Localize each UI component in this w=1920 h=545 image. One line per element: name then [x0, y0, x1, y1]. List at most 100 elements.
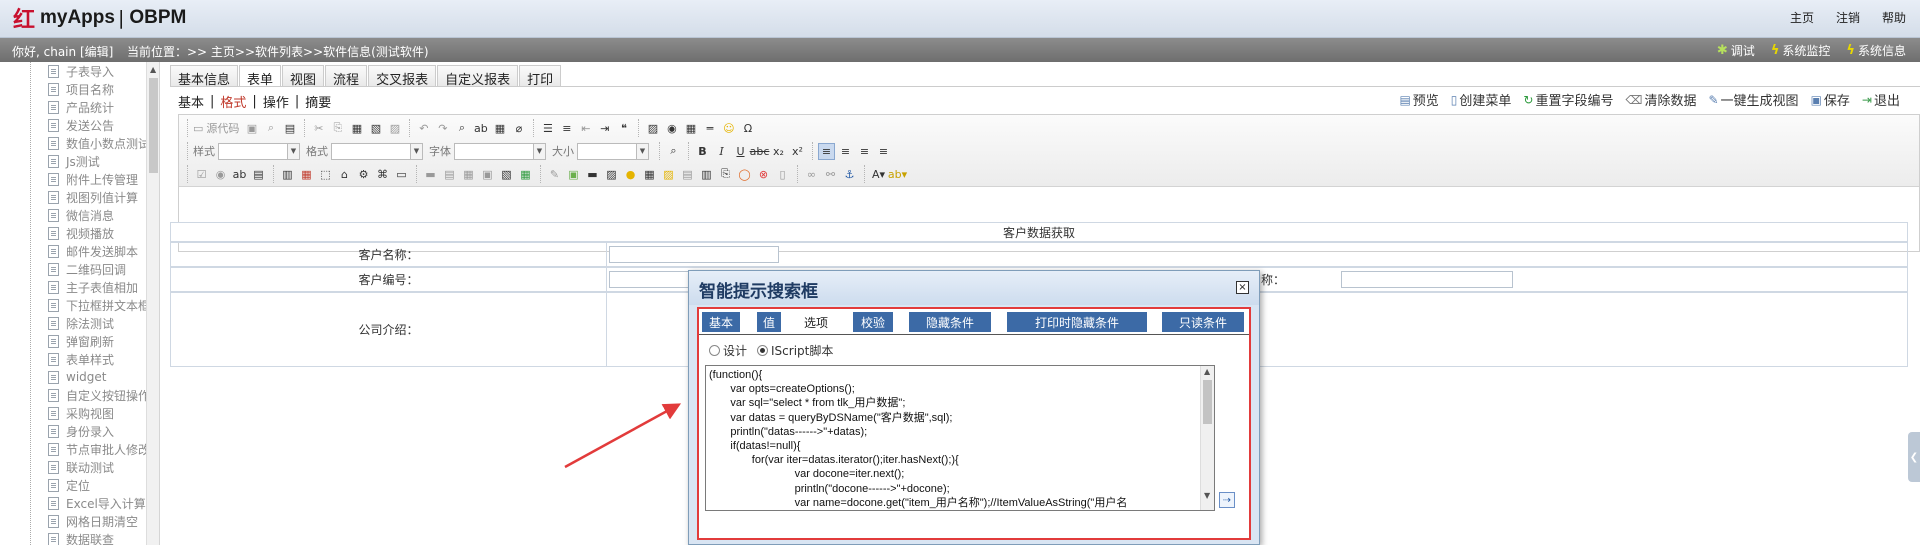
- scroll-thumb[interactable]: [1203, 380, 1212, 424]
- sidebar-item[interactable]: 微信消息: [30, 206, 148, 224]
- tab-view[interactable]: 视图: [282, 65, 325, 88]
- sidebar-item[interactable]: 产品统计: [30, 98, 148, 116]
- scroll-up-icon[interactable]: ▲: [150, 65, 156, 74]
- subtab-format[interactable]: 格式: [220, 92, 246, 111]
- upload-widget-icon[interactable]: ▤: [679, 166, 696, 183]
- text-color-icon[interactable]: A▾: [870, 166, 887, 183]
- redo-icon[interactable]: ↷: [434, 120, 451, 137]
- style-combo-box[interactable]: [218, 142, 288, 160]
- textarea-widget-icon[interactable]: ▤: [250, 166, 267, 183]
- dialog-tab-print-hide-condition[interactable]: 打印时隐藏条件: [1007, 312, 1147, 332]
- sidebar-item[interactable]: 视频播放: [30, 224, 148, 242]
- sidebar-item[interactable]: 网格日期清空: [30, 512, 148, 530]
- pencil-widget-icon[interactable]: ✎: [546, 166, 563, 183]
- size-combo-box[interactable]: [577, 142, 637, 160]
- smiley-icon[interactable]: ☺: [720, 120, 737, 137]
- template-icon[interactable]: ▤: [281, 120, 298, 137]
- hr-icon[interactable]: ═: [701, 120, 718, 137]
- chevron-down-icon[interactable]: ▼: [288, 142, 300, 160]
- report-widget-icon[interactable]: ▨: [660, 166, 677, 183]
- script-scrollbar[interactable]: ▲ ▼: [1200, 366, 1214, 510]
- align-justify-icon[interactable]: ≡: [875, 143, 892, 160]
- blockquote-icon[interactable]: ❝: [615, 120, 632, 137]
- create-menu-button[interactable]: ▯ 创建菜单: [1451, 90, 1512, 110]
- calendar-widget-icon[interactable]: ▦: [298, 166, 315, 183]
- table-icon[interactable]: ▦: [682, 120, 699, 137]
- chevron-down-icon[interactable]: ▼: [411, 142, 423, 160]
- format-combo[interactable]: 格式 ▼: [306, 142, 423, 160]
- scroll-up-icon[interactable]: ▲: [1204, 367, 1210, 376]
- font-combo[interactable]: 字体 ▼: [429, 142, 546, 160]
- page-widget-icon[interactable]: ▯: [774, 166, 791, 183]
- sidebar-item[interactable]: 节点审批人修改: [30, 440, 148, 458]
- bank-widget-icon[interactable]: ⌂: [336, 166, 353, 183]
- exit-button[interactable]: ⇥ 退出: [1862, 90, 1900, 110]
- sidebar-item[interactable]: 邮件发送脚本: [30, 242, 148, 260]
- sidebar-item[interactable]: 附件上传管理: [30, 170, 148, 188]
- indent-icon[interactable]: ⇥: [596, 120, 613, 137]
- photo-widget-icon[interactable]: ▨: [603, 166, 620, 183]
- user-greeting[interactable]: 你好, chain [编辑]: [12, 43, 113, 60]
- textfield-widget-icon[interactable]: ab: [231, 166, 248, 183]
- italic-icon[interactable]: I: [713, 143, 730, 160]
- sidebar-item[interactable]: 表单样式: [30, 350, 148, 368]
- camera-widget-icon[interactable]: ▬: [584, 166, 601, 183]
- design-radio[interactable]: 设计: [709, 342, 747, 359]
- grid-widget-icon[interactable]: ▦: [517, 166, 534, 183]
- gear-widget-icon[interactable]: ⚙: [355, 166, 372, 183]
- font-combo-box[interactable]: [454, 142, 534, 160]
- maximize-icon[interactable]: ⌕: [665, 143, 682, 160]
- sidebar-item[interactable]: 数据联查: [30, 530, 148, 545]
- sidebar-item[interactable]: 自定义按钮操作: [30, 386, 148, 404]
- cancel-widget-icon[interactable]: ⊗: [755, 166, 772, 183]
- collapse-panel-icon[interactable]: ❮: [1908, 432, 1920, 482]
- tab-custom-report[interactable]: 自定义报表: [437, 65, 519, 88]
- subtab-operation[interactable]: 操作: [263, 92, 289, 111]
- paste-icon[interactable]: ▦: [348, 120, 365, 137]
- tab-flow[interactable]: 流程: [325, 65, 368, 88]
- customer-name-input[interactable]: [609, 246, 779, 263]
- sidebar-item[interactable]: 子表导入: [30, 62, 148, 80]
- special-char-icon[interactable]: Ω: [739, 120, 756, 137]
- sidebar-item[interactable]: 除法测试: [30, 314, 148, 332]
- tab-widget-icon[interactable]: ▧: [498, 166, 515, 183]
- subscript-icon[interactable]: x₂: [770, 143, 787, 160]
- help-link[interactable]: 帮助: [1882, 9, 1906, 26]
- clear-data-button[interactable]: ⌫ 清除数据: [1626, 90, 1697, 110]
- map-widget-icon[interactable]: ▣: [565, 166, 582, 183]
- subform-widget-icon[interactable]: ▤: [441, 166, 458, 183]
- select-all-icon[interactable]: ▦: [491, 120, 508, 137]
- sidebar-item[interactable]: 下拉框拼文本框: [30, 296, 148, 314]
- include-widget-icon[interactable]: ▣: [479, 166, 496, 183]
- chevron-down-icon[interactable]: ▼: [534, 142, 546, 160]
- dialog-tab-options[interactable]: 选项: [796, 312, 836, 332]
- home-link[interactable]: 主页: [1790, 9, 1814, 26]
- logout-link[interactable]: 注销: [1836, 9, 1860, 26]
- script-editor[interactable]: (function(){ var opts=createOptions(); v…: [705, 365, 1215, 511]
- numbered-list-icon[interactable]: ☰: [539, 120, 556, 137]
- ring-widget-icon[interactable]: ◯: [736, 166, 753, 183]
- replace-icon[interactable]: ab: [472, 120, 489, 137]
- debug-link[interactable]: ✱ 调试: [1717, 42, 1755, 59]
- subtab-basic[interactable]: 基本: [178, 92, 204, 111]
- generate-view-button[interactable]: ✎ 一键生成视图: [1708, 90, 1798, 110]
- undo-icon[interactable]: ↶: [415, 120, 432, 137]
- flash-icon[interactable]: ◉: [663, 120, 680, 137]
- sidebar-item[interactable]: 联动测试: [30, 458, 148, 476]
- customer-secondary-input[interactable]: [1341, 271, 1513, 288]
- save-button[interactable]: ▣ 保存: [1811, 90, 1850, 110]
- link-icon[interactable]: ∞: [803, 166, 820, 183]
- frame-widget-icon[interactable]: ▭: [393, 166, 410, 183]
- style-combo[interactable]: 样式 ▼: [193, 142, 300, 160]
- underline-icon[interactable]: U: [732, 143, 749, 160]
- paste-text-icon[interactable]: ▧: [367, 120, 384, 137]
- dialog-titlebar[interactable]: 智能提示搜索框 ×: [689, 271, 1259, 305]
- tab-print[interactable]: 打印: [519, 65, 562, 88]
- checkbox-widget-icon[interactable]: ☑: [193, 166, 210, 183]
- dialog-tab-hide-condition[interactable]: 隐藏条件: [909, 312, 991, 332]
- dialog-tab-readonly-condition[interactable]: 只读条件: [1162, 312, 1244, 332]
- reset-field-number-button[interactable]: ↻ 重置字段编号: [1523, 90, 1613, 110]
- preview-button[interactable]: ▤ 预览: [1399, 90, 1438, 110]
- copy-icon[interactable]: ⎘: [329, 120, 346, 137]
- scroll-thumb[interactable]: [149, 78, 158, 173]
